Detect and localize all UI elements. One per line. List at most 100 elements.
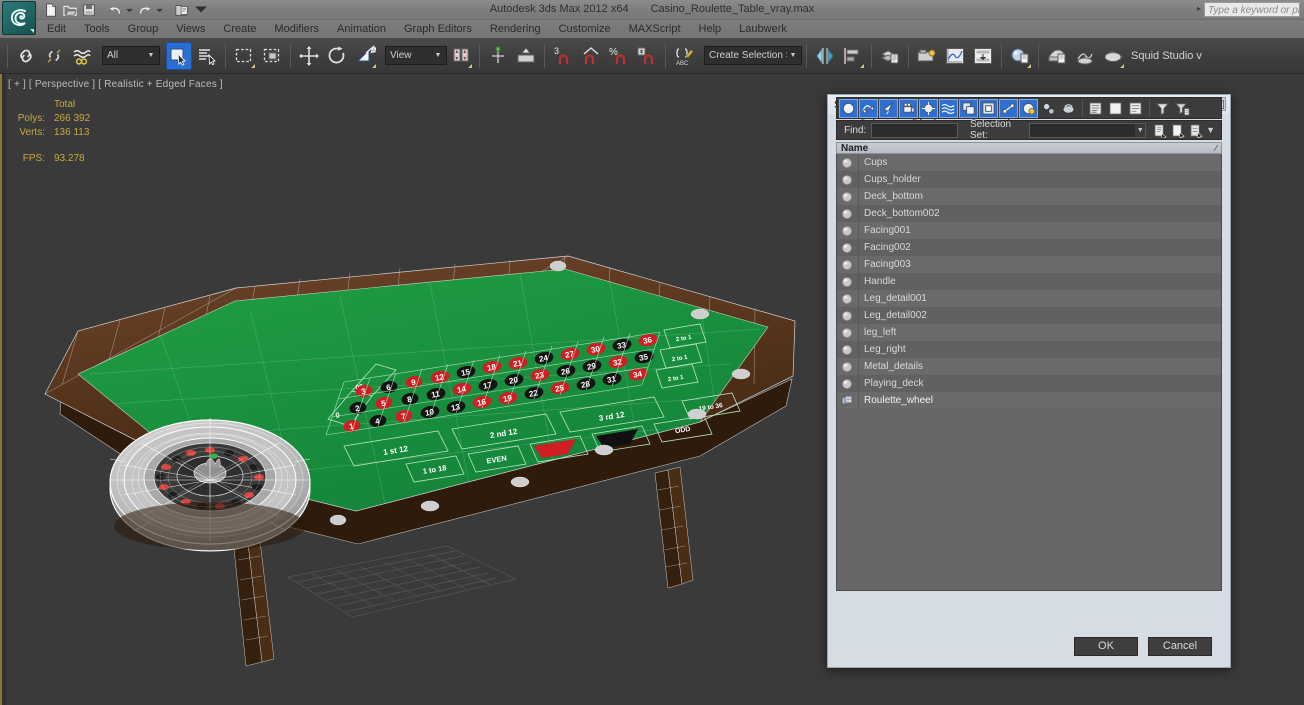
menu-graph-editors[interactable]: Graph Editors (395, 22, 481, 36)
find-options-icon[interactable]: ▼ (1206, 125, 1219, 135)
display-shapes-icon[interactable] (859, 98, 878, 118)
display-bones-icon[interactable] (999, 98, 1018, 118)
menu-tools[interactable]: Tools (75, 22, 119, 36)
set-project-folder-icon[interactable] (173, 2, 190, 18)
material-editor-icon[interactable] (1007, 42, 1033, 70)
menu-create[interactable]: Create (214, 22, 265, 36)
filter-settings-icon[interactable] (1173, 99, 1192, 118)
display-space-warps-icon[interactable] (939, 98, 958, 118)
rectangular-selection-region-icon[interactable] (231, 42, 257, 70)
list-item[interactable]: Facing001 (837, 222, 1221, 239)
list-item[interactable]: Deck_bottom (837, 188, 1221, 205)
menu-help[interactable]: Help (690, 22, 731, 36)
bind-to-space-warp-icon[interactable] (69, 42, 95, 70)
display-influences-icon[interactable] (1059, 99, 1078, 118)
render-production-icon[interactable] (1100, 42, 1126, 70)
list-item[interactable]: Leg_detail002 (837, 307, 1221, 324)
select-object-icon[interactable] (166, 41, 192, 70)
select-and-rotate-icon[interactable] (324, 42, 350, 70)
list-item[interactable]: Facing002 (837, 239, 1221, 256)
named-selection-sets-combo[interactable]: Create Selection Se ▼ (704, 46, 802, 65)
window-crossing-icon[interactable] (259, 42, 285, 70)
list-item[interactable]: Playing_deck (837, 375, 1221, 392)
list-item[interactable]: Cups (837, 154, 1221, 171)
save-file-icon[interactable] (80, 2, 97, 18)
menu-laubwerk[interactable]: Laubwerk (730, 22, 796, 36)
redo-dropdown-arrow-icon[interactable] (155, 2, 164, 18)
menu-customize[interactable]: Customize (550, 22, 620, 36)
display-groups-icon[interactable] (959, 98, 978, 118)
keyboard-shortcut-override-icon[interactable] (513, 42, 539, 70)
new-file-icon[interactable] (42, 2, 59, 18)
display-helpers-icon[interactable] (919, 98, 938, 118)
list-item[interactable]: Leg_detail001 (837, 290, 1221, 307)
menu-views[interactable]: Views (167, 22, 214, 36)
expand-all-icon[interactable] (1086, 99, 1105, 118)
reference-coordinate-system-combo[interactable]: View ▼ (385, 46, 447, 65)
display-geometry-icon[interactable] (839, 98, 858, 118)
select-from-scene-dialog[interactable]: Select From Scene Select Display Customi… (827, 94, 1231, 668)
list-item[interactable]: Facing003 (837, 256, 1221, 273)
select-and-manipulate-icon[interactable] (485, 42, 511, 70)
list-item[interactable]: Handle (837, 273, 1221, 290)
schematic-view-icon[interactable] (970, 42, 996, 70)
render-setup-icon[interactable] (1044, 42, 1070, 70)
toggle-scene-explorer-icon[interactable] (914, 42, 940, 70)
undo-icon[interactable] (106, 2, 123, 18)
menu-rendering[interactable]: Rendering (481, 22, 550, 36)
display-children-icon[interactable] (1039, 99, 1058, 118)
search-input[interactable]: Type a keyword or phra (1204, 2, 1300, 17)
display-lights-icon[interactable] (879, 98, 898, 118)
collapse-all-icon[interactable] (1106, 99, 1125, 118)
find-input[interactable] (871, 122, 958, 138)
list-item[interactable]: Cups_holder (837, 171, 1221, 188)
select-by-name-icon[interactable] (194, 42, 220, 70)
curve-editor-icon[interactable] (942, 42, 968, 70)
selection-set-input[interactable] (1029, 122, 1136, 138)
filter-icon[interactable] (1153, 99, 1172, 118)
list-item[interactable]: Deck_bottom002 (837, 205, 1221, 222)
spinner-snap-toggle-icon[interactable] (634, 42, 660, 70)
select-and-link-icon[interactable] (13, 42, 39, 70)
list-item[interactable]: Leg_right (837, 341, 1221, 358)
align-icon[interactable] (840, 42, 866, 70)
snaps-toggle-3-icon[interactable]: 3 (550, 42, 576, 70)
use-pivot-point-center-icon[interactable] (448, 42, 474, 70)
percent-snap-toggle-icon[interactable]: % (606, 42, 632, 70)
search-expand-arrow-icon[interactable]: ▸ (1197, 4, 1201, 13)
ok-button[interactable]: OK (1074, 636, 1138, 656)
layer-manager-icon[interactable] (877, 42, 903, 70)
display-xrefs-icon[interactable] (979, 98, 998, 118)
customize-qat-icon[interactable] (192, 2, 209, 18)
mirror-icon[interactable] (812, 42, 838, 70)
display-containers-icon[interactable] (1019, 98, 1038, 118)
list-column-header[interactable]: Name ∕ (836, 142, 1222, 154)
undo-dropdown-arrow-icon[interactable] (125, 2, 134, 18)
cancel-button[interactable]: Cancel (1148, 636, 1212, 656)
add-to-selection-set-icon[interactable] (1170, 121, 1187, 140)
scene-object-list[interactable]: Cups Cups_holder Deck_bottom Deck_bottom002… (836, 154, 1222, 591)
create-selection-set-icon[interactable] (1152, 121, 1169, 140)
application-menu-button[interactable] (2, 1, 36, 35)
edit-named-selection-sets-icon[interactable]: ABC (671, 42, 697, 70)
menu-edit[interactable]: Edit (38, 22, 75, 36)
menu-group[interactable]: Group (119, 22, 168, 36)
list-item[interactable]: leg_left (837, 324, 1221, 341)
angle-snap-toggle-icon[interactable] (578, 42, 604, 70)
select-and-move-icon[interactable] (296, 42, 322, 70)
list-item[interactable]: Roulette_wheel (837, 392, 1221, 409)
list-item[interactable]: Metal_details (837, 358, 1221, 375)
menu-modifiers[interactable]: Modifiers (265, 22, 328, 36)
remove-from-selection-set-icon[interactable] (1188, 121, 1205, 140)
display-cameras-icon[interactable] (899, 98, 918, 118)
menu-maxscript[interactable]: MAXScript (620, 22, 690, 36)
selection-set-dropdown-icon[interactable]: ▼ (1135, 122, 1147, 138)
menu-animation[interactable]: Animation (328, 22, 395, 36)
rendered-frame-window-icon[interactable] (1072, 42, 1098, 70)
unlink-selection-icon[interactable] (41, 42, 67, 70)
open-file-icon[interactable] (61, 2, 78, 18)
expand-selected-icon[interactable] (1126, 99, 1145, 118)
selection-filter-combo[interactable]: All ▼ (102, 46, 160, 65)
redo-icon[interactable] (136, 2, 153, 18)
select-and-scale-icon[interactable] (352, 42, 378, 70)
